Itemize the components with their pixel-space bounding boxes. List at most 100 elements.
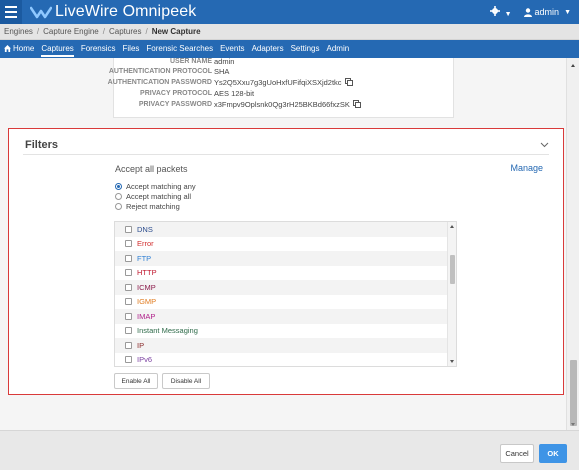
home-icon [4, 45, 11, 52]
protocol-filter-item[interactable]: IMAP [115, 309, 456, 324]
nav-forensic-searches[interactable]: Forensic Searches [146, 40, 213, 58]
auth-row-privacy-protocol: PRIVACY PROTOCOL AES 128-bit [114, 89, 453, 99]
user-menu[interactable]: admin ▼ [523, 7, 571, 17]
breadcrumb-capture-engine[interactable]: Capture Engine [43, 27, 99, 36]
radio-label: Accept matching any [126, 181, 196, 191]
page-scrollbar[interactable] [566, 58, 579, 430]
scroll-thumb[interactable] [570, 360, 577, 426]
protocol-filter-label: Error [137, 239, 154, 249]
protocol-filter-label: FTP [137, 253, 152, 263]
manage-link[interactable]: Manage [510, 163, 543, 173]
scroll-thumb[interactable] [450, 255, 455, 284]
breadcrumb: Engines / Capture Engine / Captures / Ne… [0, 24, 579, 40]
breadcrumb-separator: / [145, 27, 148, 36]
auth-label: PRIVACY PASSWORD [138, 101, 212, 108]
scroll-up-arrow-icon[interactable] [571, 64, 575, 67]
breadcrumb-separator: / [36, 27, 40, 36]
nav-files[interactable]: Files [123, 40, 140, 58]
cancel-button[interactable]: Cancel [500, 444, 534, 463]
protocol-filter-item[interactable]: DNS [115, 222, 456, 237]
auth-value: SHA [214, 67, 230, 76]
nav-home[interactable]: Home [4, 40, 34, 58]
protocol-filter-item[interactable]: IPv6 [115, 353, 456, 367]
divider [23, 154, 549, 155]
breadcrumb-captures[interactable]: Captures [109, 27, 141, 36]
auth-label: AUTHENTICATION PROTOCOL [108, 68, 212, 75]
user-icon [523, 7, 532, 17]
checkbox[interactable] [125, 283, 132, 291]
settings-menu[interactable]: ▼ [490, 6, 512, 18]
protocol-filter-label: IPv6 [137, 355, 153, 365]
nav-events[interactable]: Events [220, 40, 244, 58]
protocol-filter-label: IMAP [137, 311, 156, 321]
auth-label: AUTHENTICATION PASSWORD [107, 79, 212, 86]
auth-label: PRIVACY PROTOCOL [140, 90, 212, 97]
auth-value: admin [214, 58, 235, 66]
protocol-filter-item[interactable]: Error [115, 237, 456, 252]
auth-row-password: AUTHENTICATION PASSWORD Ys2Q5Xxu7g3gUoHx… [108, 78, 453, 88]
radio-accept-all[interactable]: Accept matching all [115, 191, 191, 201]
checkbox[interactable] [125, 312, 132, 320]
accept-all-label: Accept all packets [115, 164, 188, 174]
snmp-auth-card: USER NAME admin AUTHENTICATION PROTOCOL … [108, 58, 454, 118]
breadcrumb-engines[interactable]: Engines [4, 27, 33, 36]
nav-admin[interactable]: Admin [327, 40, 350, 58]
gear-icon [490, 6, 501, 16]
auth-value: x3Fmpv9Oplsnk0Qg3rH25BKBd66fxzSK [214, 100, 350, 109]
nav-adapters[interactable]: Adapters [252, 40, 284, 58]
checkbox[interactable] [125, 225, 132, 233]
chevron-down-icon: ▼ [564, 8, 571, 16]
protocol-filter-item[interactable]: Instant Messaging [115, 324, 456, 339]
scroll-up-arrow-icon[interactable] [450, 225, 454, 228]
hamburger-menu-icon[interactable] [0, 0, 22, 24]
protocol-filter-item[interactable]: IGMP [115, 295, 456, 310]
scroll-down-arrow-icon[interactable] [450, 360, 454, 363]
main-nav: Home Captures Forensics Files Forensic S… [0, 40, 579, 58]
app-title: LiveWire Omnipeek [55, 3, 197, 20]
checkbox[interactable] [125, 341, 132, 349]
checkbox[interactable] [125, 356, 132, 364]
radio-label: Reject matching [126, 201, 180, 211]
enable-all-button[interactable]: Enable All [114, 373, 158, 389]
protocol-filter-item[interactable]: HTTP [115, 266, 456, 281]
checkbox[interactable] [125, 254, 132, 262]
nav-settings[interactable]: Settings [291, 40, 320, 58]
radio-accept-any[interactable]: Accept matching any [115, 181, 196, 191]
breadcrumb-separator: / [102, 27, 105, 36]
filters-title: Filters [25, 139, 59, 151]
disable-all-button[interactable]: Disable All [162, 373, 210, 389]
scroll-down-arrow-icon[interactable] [571, 423, 575, 426]
user-name: admin [534, 7, 560, 17]
radio-button[interactable] [115, 182, 122, 190]
protocol-filter-item[interactable]: IP [115, 338, 456, 353]
protocol-filter-label: ICMP [137, 282, 156, 292]
copy-icon[interactable] [344, 78, 353, 86]
checkbox[interactable] [125, 298, 132, 306]
chevron-down-icon: ▼ [504, 11, 512, 18]
auth-value: Ys2Q5Xxu7g3gUoHxfUFifqiXSXjd2tkc [214, 78, 342, 87]
checkbox[interactable] [125, 327, 132, 335]
protocol-filter-label: HTTP [137, 268, 157, 278]
checkbox[interactable] [125, 240, 132, 248]
copy-icon[interactable] [353, 100, 361, 108]
content-area: USER NAME admin AUTHENTICATION PROTOCOL … [0, 58, 566, 430]
radio-reject[interactable]: Reject matching [115, 201, 180, 211]
protocol-filter-label: DNS [137, 224, 153, 234]
radio-label: Accept matching all [126, 191, 192, 201]
nav-forensics[interactable]: Forensics [81, 40, 116, 58]
protocol-filter-item[interactable]: FTP [115, 251, 456, 266]
checkbox[interactable] [125, 269, 132, 277]
radio-button[interactable] [115, 202, 122, 210]
chevron-down-icon[interactable] [540, 142, 549, 148]
protocol-filter-label: IGMP [137, 297, 157, 307]
auth-label: USER NAME [169, 58, 212, 65]
list-scrollbar[interactable] [447, 222, 456, 366]
protocol-filter-label: IP [137, 340, 145, 350]
protocol-filter-item[interactable]: ICMP [115, 280, 456, 295]
auth-row-username: USER NAME admin [114, 58, 453, 67]
protocol-filter-label: Instant Messaging [137, 326, 198, 336]
ok-button[interactable]: OK [539, 444, 567, 463]
radio-button[interactable] [115, 192, 122, 200]
nav-captures[interactable]: Captures [41, 40, 75, 58]
breadcrumb-current: New Capture [151, 27, 201, 36]
